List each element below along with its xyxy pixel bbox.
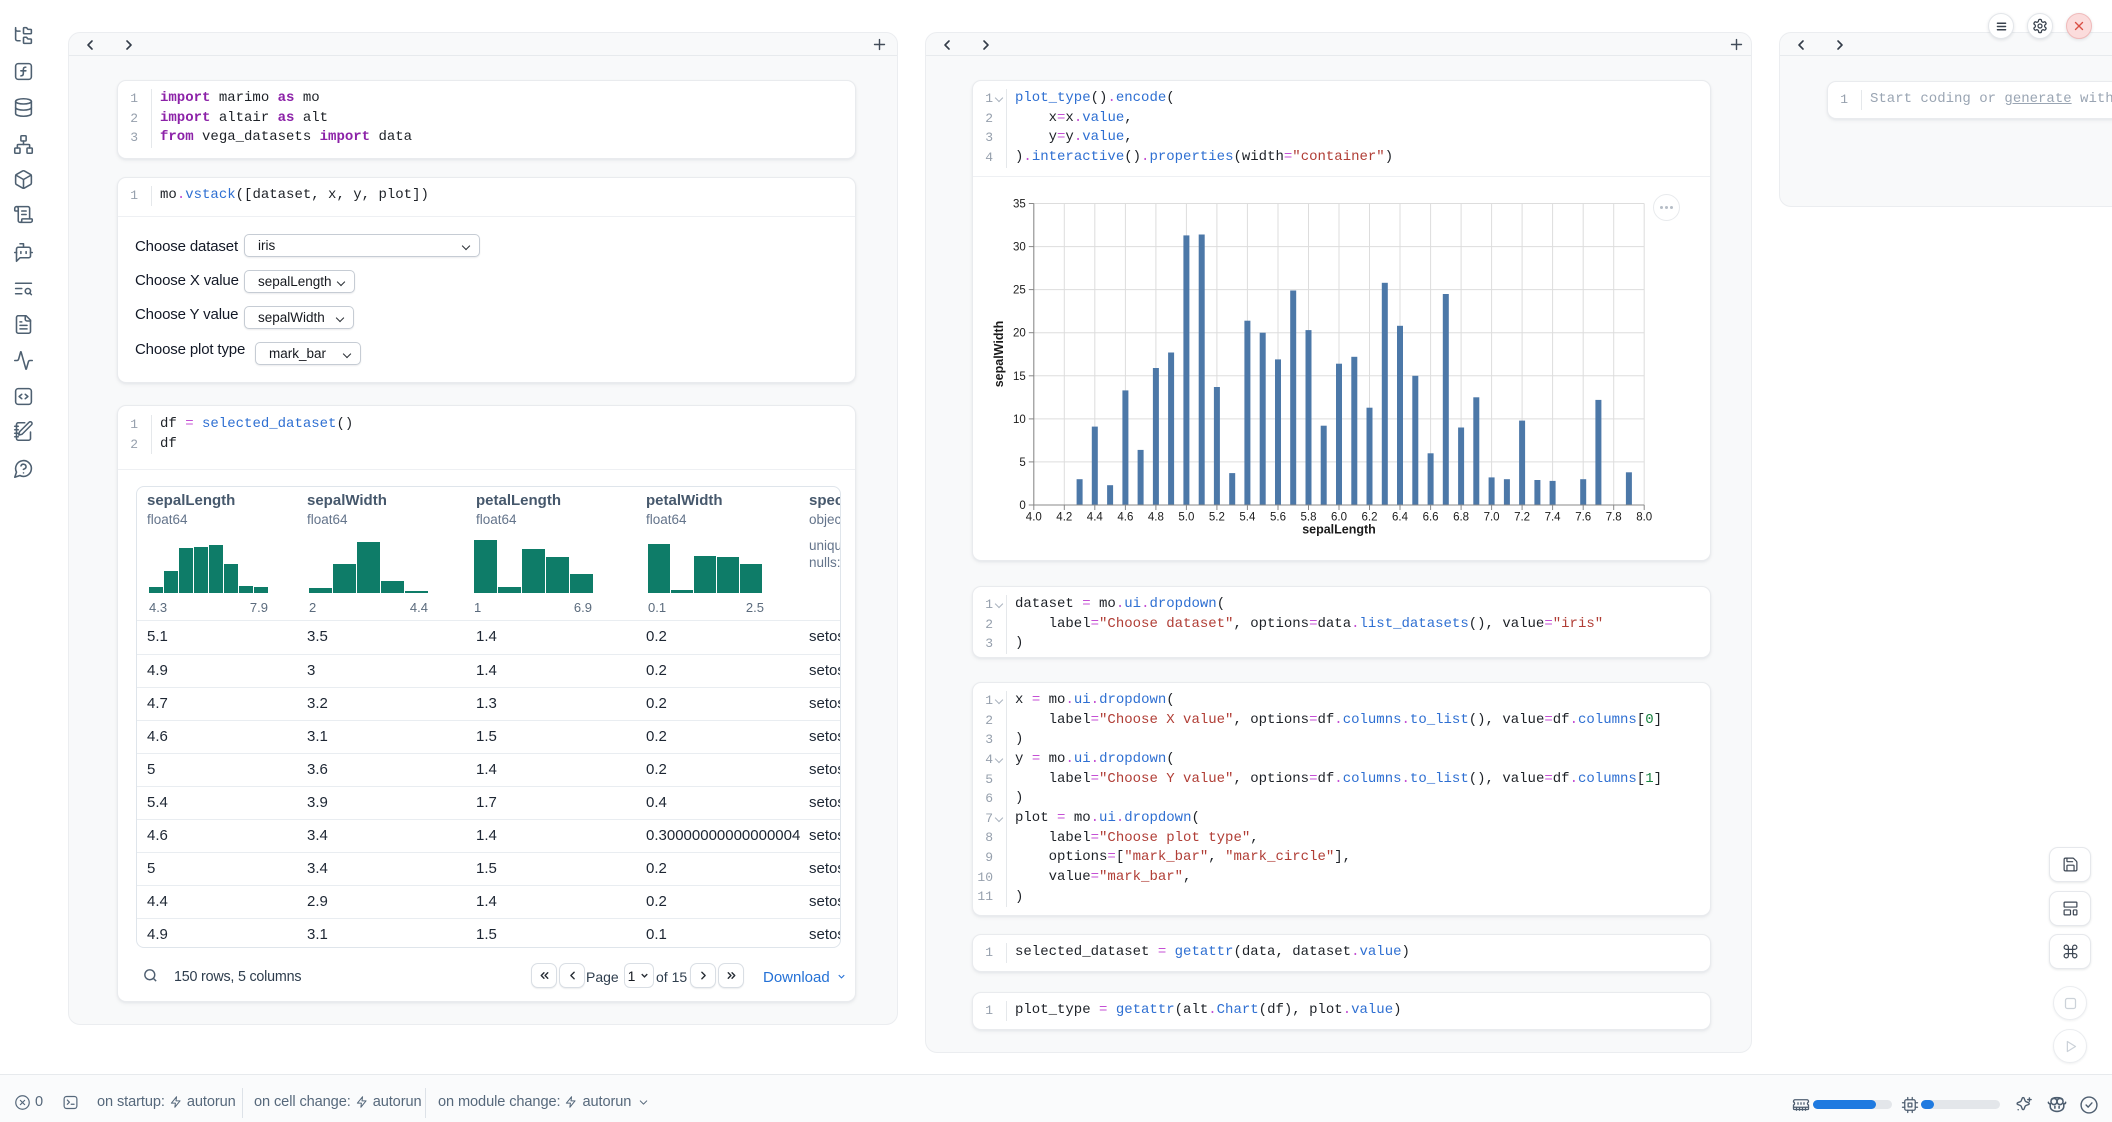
svg-text:4.4: 4.4: [1087, 512, 1104, 524]
svg-text:5.2: 5.2: [1209, 512, 1225, 524]
svg-text:10: 10: [1013, 414, 1026, 426]
svg-text:6.6: 6.6: [1423, 512, 1439, 524]
svg-text:4.2: 4.2: [1056, 512, 1072, 524]
svg-text:5: 5: [1019, 457, 1025, 469]
svg-text:5.0: 5.0: [1178, 512, 1194, 524]
svg-text:7.0: 7.0: [1484, 512, 1500, 524]
svg-text:4.0: 4.0: [1026, 512, 1042, 524]
svg-text:20: 20: [1013, 328, 1026, 340]
svg-text:15: 15: [1013, 371, 1026, 383]
svg-text:25: 25: [1013, 285, 1026, 297]
svg-text:0: 0: [1019, 500, 1025, 512]
svg-text:7.2: 7.2: [1514, 512, 1530, 524]
svg-text:5.6: 5.6: [1270, 512, 1286, 524]
svg-text:6.4: 6.4: [1392, 512, 1409, 524]
svg-text:4.6: 4.6: [1117, 512, 1133, 524]
svg-text:4.8: 4.8: [1148, 512, 1164, 524]
svg-text:5.4: 5.4: [1239, 512, 1256, 524]
svg-text:7.6: 7.6: [1575, 512, 1591, 524]
svg-text:sepalLength: sepalLength: [1302, 523, 1376, 537]
svg-text:7.4: 7.4: [1545, 512, 1562, 524]
svg-text:6.8: 6.8: [1453, 512, 1469, 524]
svg-text:sepalWidth: sepalWidth: [992, 321, 1006, 388]
svg-text:8.0: 8.0: [1636, 512, 1652, 524]
svg-text:30: 30: [1013, 242, 1026, 254]
svg-text:35: 35: [1013, 199, 1026, 211]
svg-text:7.8: 7.8: [1606, 512, 1622, 524]
